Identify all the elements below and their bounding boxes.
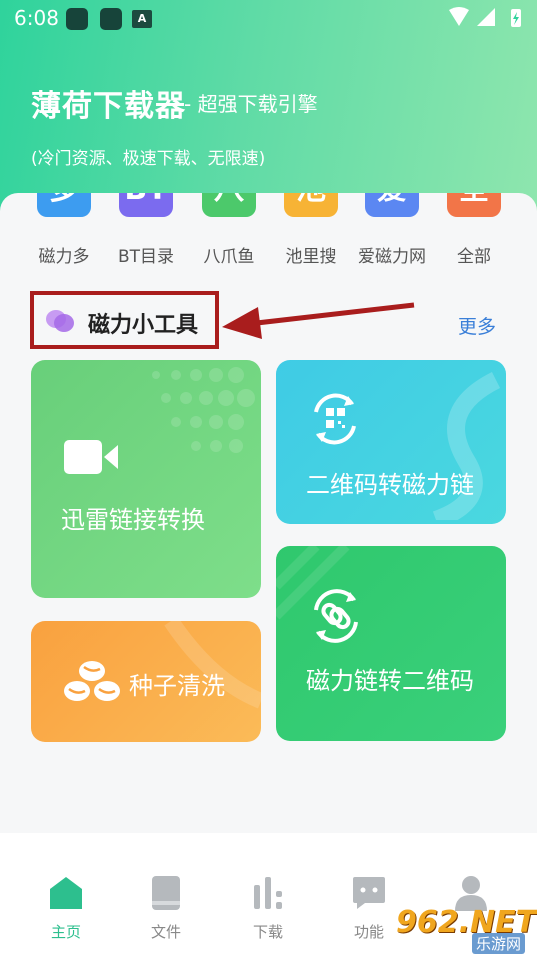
video-camera-icon — [64, 440, 118, 474]
tool-label: 迅雷链接转换 — [61, 506, 205, 534]
tool-label: 种子清洗 — [129, 672, 225, 700]
seeds-icon — [64, 661, 120, 701]
status-bar: 6:08 A — [0, 0, 537, 36]
more-link[interactable]: 更多 — [458, 312, 496, 339]
annotation-arrow-icon — [222, 302, 415, 339]
tool-tile-seed-clean[interactable]: 种子清洗 — [31, 621, 261, 742]
nav-item-download[interactable]: 下载 — [233, 875, 303, 945]
qr-convert-icon — [314, 393, 356, 445]
category-row: 多 磁力多 BT BT目录 八 八爪鱼 池 池里搜 爱 爱磁力网 全 全部 — [0, 193, 537, 273]
signal-icon — [477, 8, 495, 26]
category-item[interactable]: 池 池里搜 — [266, 193, 356, 273]
category-item[interactable]: 爱 爱磁力网 — [347, 193, 437, 273]
category-icon: 池 — [284, 193, 338, 217]
app-title: 薄荷下载器 — [31, 89, 186, 124]
category-icon: BT — [119, 193, 173, 217]
tool-tile-thunder-convert[interactable]: 迅雷链接转换 — [31, 360, 261, 598]
tool-tile-magnet-to-qr[interactable]: 磁力链转二维码 — [276, 546, 506, 741]
wifi-icon — [449, 7, 469, 26]
nav-item-home[interactable]: 主页 — [31, 875, 101, 945]
status-time: 6:08 — [14, 6, 59, 30]
category-icon: 全 — [447, 193, 501, 217]
tool-label: 二维码转磁力链 — [306, 471, 474, 499]
category-label: 全部 — [457, 247, 491, 267]
content-card: 多 磁力多 BT BT目录 八 八爪鱼 池 池里搜 爱 爱磁力网 全 全部 磁力… — [0, 193, 537, 833]
category-item[interactable]: 多 磁力多 — [19, 193, 109, 273]
app-subtitle: - 超强下载引擎 — [184, 92, 318, 116]
nav-label: 功能 — [353, 923, 384, 941]
category-icon: 爱 — [365, 193, 419, 217]
category-icon: 多 — [37, 193, 91, 217]
category-item[interactable]: 全 全部 — [429, 193, 519, 273]
file-icon — [152, 876, 180, 910]
download-bars-icon — [254, 877, 282, 909]
category-icon: 八 — [202, 193, 256, 217]
nav-label: 文件 — [150, 923, 181, 941]
watermark-sub: 乐游网 — [472, 933, 526, 954]
category-item[interactable]: BT BT目录 — [101, 193, 191, 273]
nav-item-files[interactable]: 文件 — [131, 875, 201, 945]
chat-icon — [353, 877, 385, 909]
nav-item-features[interactable]: 功能 — [334, 875, 404, 945]
notification-badge-icon: A — [132, 10, 152, 28]
status-indicators — [449, 7, 521, 27]
link-convert-icon — [314, 589, 358, 643]
notification-app-icon — [100, 8, 122, 30]
tile-pattern-icon — [152, 367, 255, 453]
magic-cube-icon — [46, 310, 74, 332]
home-icon — [50, 877, 82, 909]
tool-tile-qr-to-magnet[interactable]: 二维码转磁力链 — [276, 360, 506, 524]
section-highlight-box: 磁力小工具 — [30, 291, 219, 349]
category-item[interactable]: 八 八爪鱼 — [184, 193, 274, 273]
notification-app-icon — [66, 8, 88, 30]
nav-label: 主页 — [50, 923, 81, 941]
category-label: 八爪鱼 — [203, 247, 255, 267]
section-title: 磁力小工具 — [88, 313, 199, 338]
category-label: 池里搜 — [285, 247, 337, 267]
site-watermark: 962.NET 乐游网 — [396, 905, 536, 954]
tool-label: 磁力链转二维码 — [306, 667, 474, 695]
category-label: 爱磁力网 — [358, 247, 426, 267]
category-label: 磁力多 — [38, 247, 90, 267]
category-label: BT目录 — [117, 247, 175, 267]
app-description: (冷门资源、极速下载、无限速) — [31, 149, 266, 169]
nav-label: 下载 — [252, 923, 283, 941]
